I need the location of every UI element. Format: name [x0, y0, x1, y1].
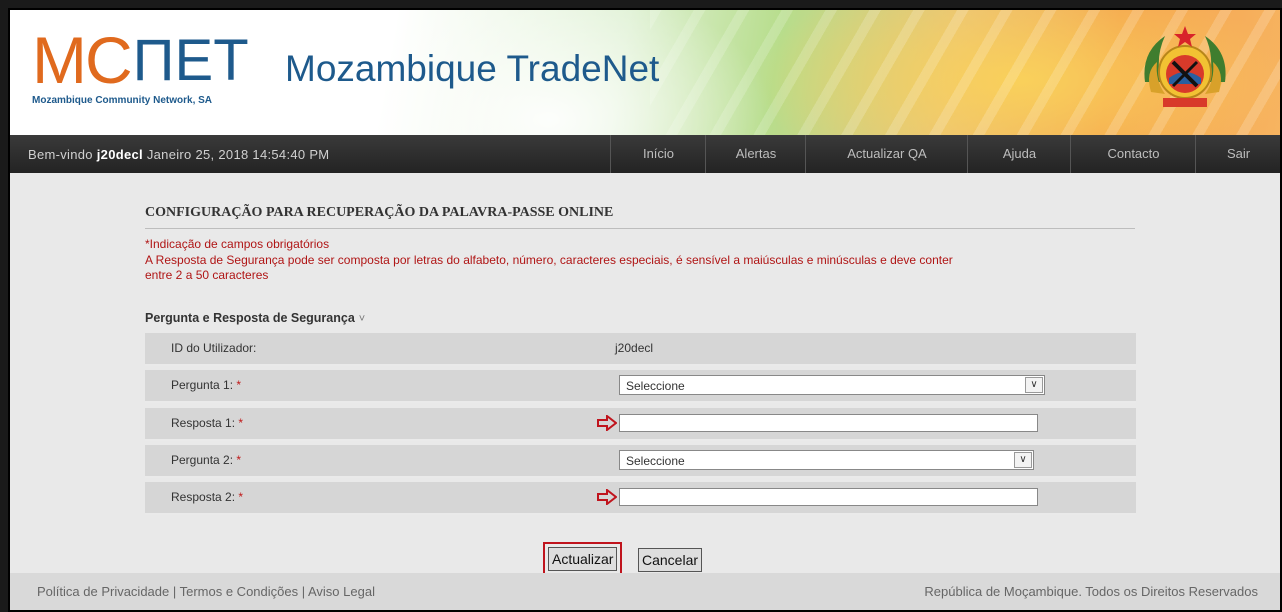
logo-mc-text: MC [32, 23, 133, 97]
section-title: Pergunta e Resposta de Segurança [145, 311, 355, 325]
answer-1-input[interactable] [619, 414, 1038, 432]
question-1-label: Pergunta 1: * [171, 378, 242, 392]
footer-links[interactable]: Política de Privacidade | Termos e Condi… [37, 584, 375, 599]
welcome-message: Bem-vindo j20decl Janeiro 25, 2018 14:54… [28, 147, 329, 162]
row-user-id: ID do Utilizador: j20decl [145, 333, 1136, 366]
row-question-1: Pergunta 1: * Seleccione ∨ [145, 370, 1136, 403]
required-asterisk: * [236, 453, 242, 467]
arrow-right-icon [597, 489, 617, 505]
row-answer-1: Resposta 1: * [145, 408, 1136, 441]
page-title: CONFIGURAÇÃO PARA RECUPERAÇÃO DA PALAVRA… [145, 205, 614, 220]
required-fields-note: *Indicação de campos obrigatórios [145, 237, 330, 251]
nav-item-contacto[interactable]: Contacto [1070, 135, 1196, 173]
chevron-down-icon[interactable]: ∨ [1025, 377, 1043, 393]
question-2-selected: Seleccione [626, 454, 685, 468]
nav-item-alertas[interactable]: Alertas [705, 135, 806, 173]
row-question-2: Pergunta 2: * Seleccione ∨ [145, 445, 1136, 478]
site-header: MC ΠET Mozambique Community Network, SA … [10, 10, 1280, 135]
title-divider [145, 228, 1135, 229]
question-2-label: Pergunta 2: * [171, 453, 242, 467]
welcome-prefix: Bem-vindo [28, 147, 97, 162]
top-nav-bar: Bem-vindo j20decl Janeiro 25, 2018 14:54… [10, 135, 1280, 173]
update-button-highlight: Actualizar [543, 542, 623, 576]
site-footer: Política de Privacidade | Termos e Condi… [10, 573, 1280, 610]
password-recovery-panel: CONFIGURAÇÃO PARA RECUPERAÇÃO DA PALAVRA… [25, 173, 1265, 576]
mcnet-logo[interactable]: MC ΠET [32, 23, 249, 97]
required-asterisk: * [238, 416, 244, 430]
browser-frame: MC ΠET Mozambique Community Network, SA … [10, 10, 1280, 610]
answer-rules-note-2: entre 2 a 50 caracteres [145, 268, 269, 282]
question-1-select[interactable]: Seleccione ∨ [619, 375, 1045, 395]
required-asterisk: * [238, 490, 244, 504]
cancel-button[interactable]: Cancelar [638, 548, 703, 572]
chevron-down-icon[interactable]: ∨ [1014, 452, 1032, 468]
mozambique-emblem-icon [1144, 26, 1226, 107]
username: j20decl [96, 147, 143, 162]
user-id-value: j20decl [615, 341, 654, 355]
question-1-selected: Seleccione [626, 379, 685, 393]
answer-2-label: Resposta 2: * [171, 490, 244, 504]
logo-net-text: ΠET [132, 28, 249, 93]
nav-item-ajuda[interactable]: Ajuda [967, 135, 1071, 173]
answer-2-input[interactable] [619, 488, 1038, 506]
nav-item-sair[interactable]: Sair [1195, 135, 1280, 173]
chevron-down-icon: ˅ [358, 313, 366, 325]
user-id-label: ID do Utilizador: [171, 341, 257, 355]
logo-subtitle: Mozambique Community Network, SA [32, 95, 213, 106]
section-security-qa[interactable]: Pergunta e Resposta de Segurança ˅ [145, 311, 365, 325]
footer-copyright: República de Moçambique. Todos os Direit… [924, 584, 1258, 599]
row-answer-2: Resposta 2: * [145, 482, 1136, 515]
arrow-right-icon [597, 415, 617, 431]
nav-item-actualizar-qa[interactable]: Actualizar QA [805, 135, 968, 173]
site-title: Mozambique TradeNet [285, 48, 660, 89]
answer-1-label: Resposta 1: * [171, 416, 244, 430]
answer-rules-note: A Resposta de Segurança pode ser compost… [145, 253, 953, 267]
update-button[interactable]: Actualizar [548, 547, 618, 571]
nav-item-inicio[interactable]: Início [610, 135, 706, 173]
question-2-select[interactable]: Seleccione ∨ [619, 450, 1034, 470]
login-datetime: Janeiro 25, 2018 14:54:40 PM [142, 147, 330, 162]
required-asterisk: * [236, 378, 242, 392]
